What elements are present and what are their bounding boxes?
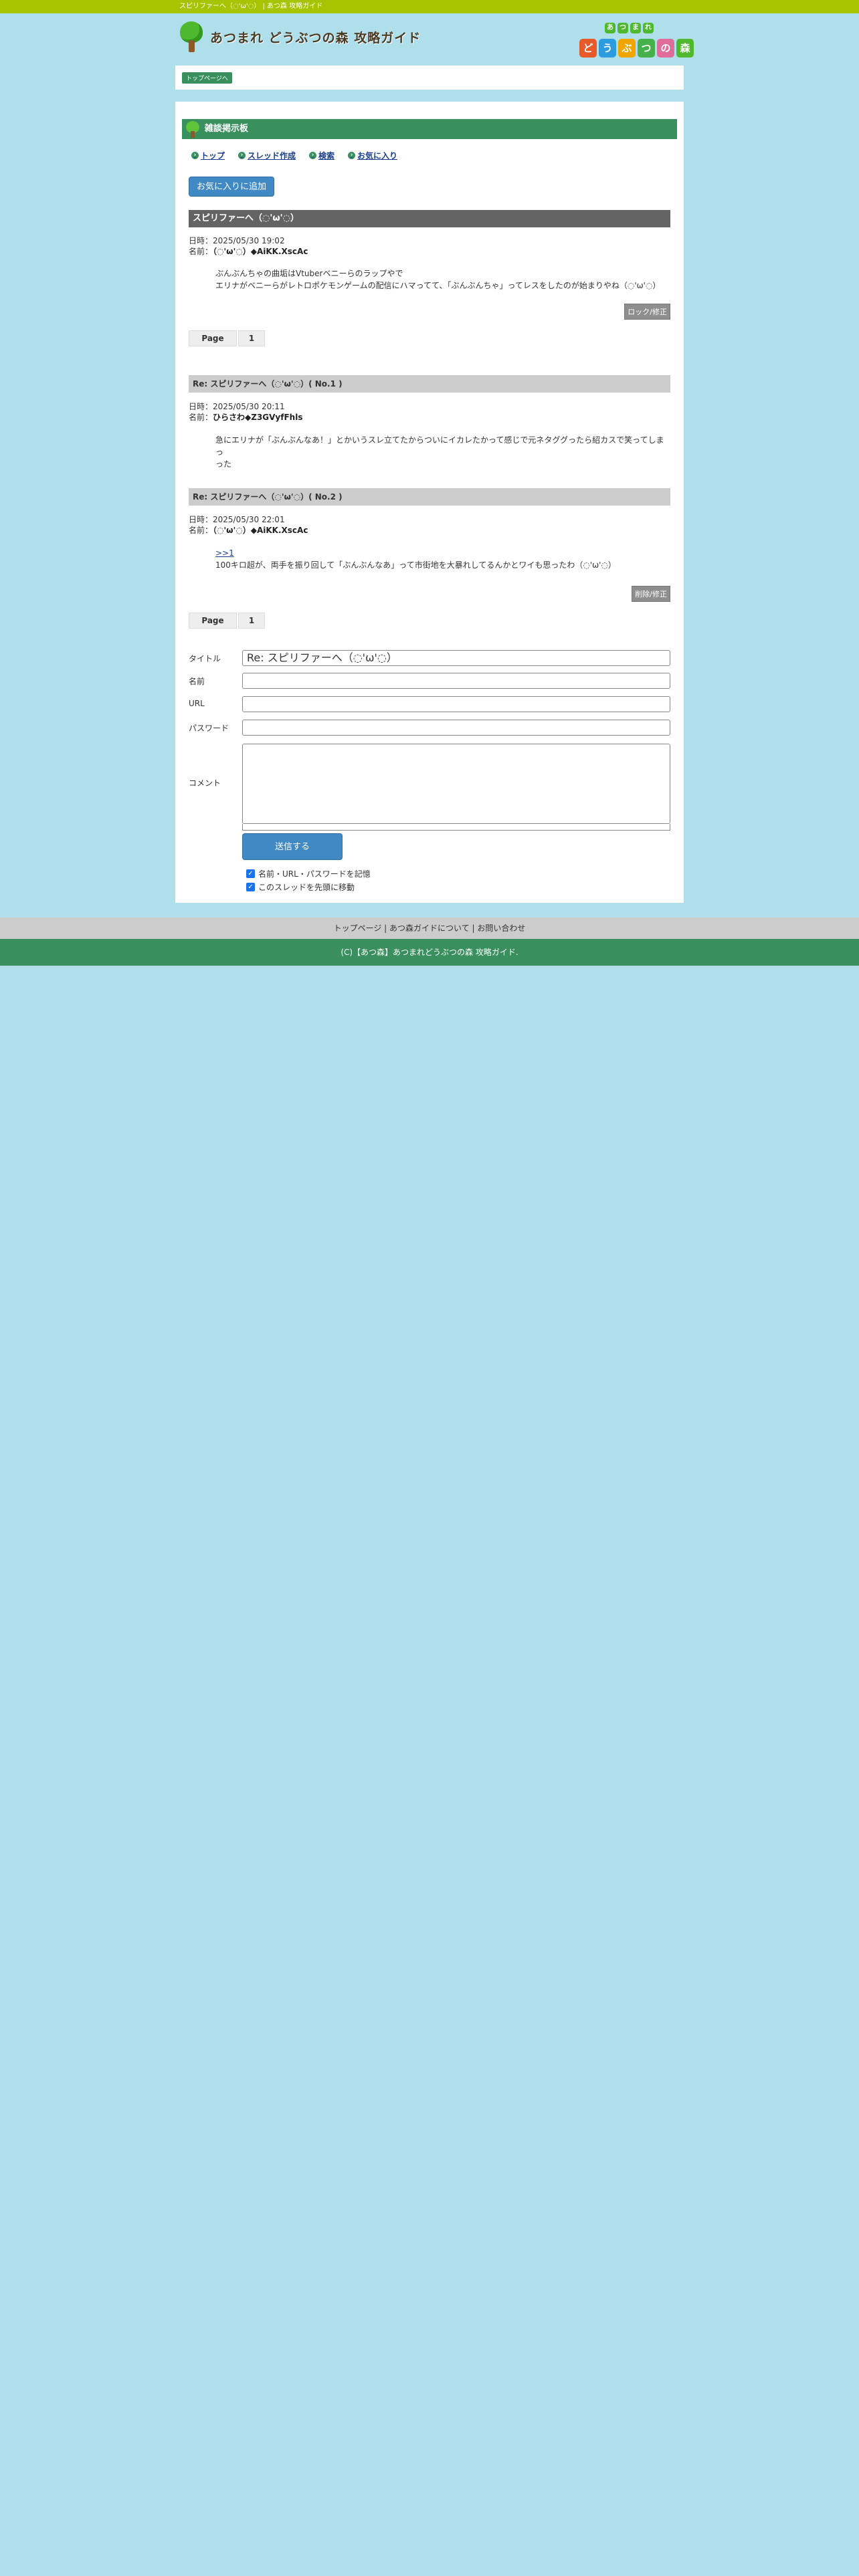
post-author: （◌'ω'◌）◆AiKK.XscAc <box>213 247 308 256</box>
thread-body: ぶんぶんちゃの曲垢はVtuberベニーらのラップやで エリナがベニーらがレトロポ… <box>215 269 661 290</box>
brand-char: 森 <box>676 39 694 58</box>
tree-icon <box>185 119 201 139</box>
footer-top-link[interactable]: トップページ <box>334 924 382 933</box>
reply-body: >>1 100キロ超が、両手を振り回して「ぶんぶんなあ」って市街地を大暴れしてる… <box>215 548 616 570</box>
reply-body: 急にエリナが「ぶんぶんなあ！」とかいうスレ立てたからついにイカレたかって感じで元… <box>215 435 664 469</box>
pager-label: Page <box>189 613 237 629</box>
title-input[interactable]: Re: スピリファーへ（◌'ω'◌） <box>242 650 670 666</box>
add-favorite-button[interactable]: お気に入りに追加 <box>189 177 274 197</box>
copyright: (C)【あつ森】あつまれどうぶつの森 攻略ガイド. <box>0 939 859 966</box>
move-top-checkbox[interactable]: ✓ このスレッドを先頭に移動 <box>246 881 355 893</box>
board-nav: › トップ › スレッド作成 › 検索 › お気に入り <box>191 150 397 161</box>
board-title-text: 雑談掲示板 <box>205 124 249 134</box>
checkmark-icon: ✓ <box>246 869 255 878</box>
board-title: 雑談掲示板 <box>182 119 677 139</box>
name-label: 名前 <box>189 677 205 686</box>
brand-char: れ <box>643 23 654 33</box>
brand-char: う <box>599 39 616 58</box>
brand-char: ぶ <box>618 39 636 58</box>
nav-favorites[interactable]: › お気に入り <box>348 150 397 161</box>
footer-links: トップページ | あつ森ガイドについて | お問い合わせ <box>0 918 859 939</box>
post-date: 2025/05/30 20:11 <box>213 402 285 411</box>
site-header: あつまれ どうぶつの森 攻略ガイド あ つ ま れ ど う ぶ つ の 森 <box>0 13 859 66</box>
brand-small-row: あ つ ま れ <box>605 23 654 33</box>
password-input[interactable] <box>242 720 670 736</box>
thread-meta: 日時：2025/05/30 19:02 名前：（◌'ω'◌）◆AiKK.XscA… <box>189 236 308 256</box>
nav-top[interactable]: › トップ <box>191 150 225 161</box>
reply-meta: 日時：2025/05/30 22:01 名前：（◌'ω'◌）◆AiKK.XscA… <box>189 515 308 535</box>
comment-textarea[interactable] <box>242 744 670 824</box>
post-date: 2025/05/30 22:01 <box>213 515 285 524</box>
footer-contact-link[interactable]: お問い合わせ <box>477 924 525 933</box>
logo-text: あつまれ どうぶつの森 攻略ガイド <box>210 30 421 45</box>
main-content: 雑談掲示板 › トップ › スレッド作成 › 検索 › お気に入り お気に入りに追加 ス… <box>175 102 684 903</box>
brand-char: つ <box>638 39 655 58</box>
comment-resize-bar[interactable] <box>242 824 670 831</box>
nav-create-thread[interactable]: › スレッド作成 <box>238 150 296 161</box>
title-label: タイトル <box>189 654 221 663</box>
pager-top: Page 1 <box>189 330 265 346</box>
arrow-circle-icon: › <box>191 152 199 159</box>
pager-label: Page <box>189 330 237 346</box>
comment-label: コメント <box>189 778 221 788</box>
url-input[interactable] <box>242 696 670 712</box>
name-input[interactable] <box>242 673 670 689</box>
brand-char: あ <box>605 23 615 33</box>
site-logo[interactable]: あつまれ どうぶつの森 攻略ガイド <box>178 21 421 52</box>
submit-button[interactable]: 送信する <box>242 833 343 860</box>
arrow-circle-icon: › <box>309 152 317 159</box>
tree-icon <box>178 21 205 52</box>
nav-search[interactable]: › 検索 <box>309 150 335 161</box>
page-link[interactable]: 1 <box>238 613 265 629</box>
arrow-circle-icon: › <box>348 152 356 159</box>
post-author: ひらさわ◆Z3GVyfFhls <box>213 413 303 422</box>
password-label: パスワード <box>189 724 229 733</box>
thread-title: スピリファーへ（◌'ω'◌） <box>189 210 670 227</box>
top-page-link[interactable]: トップページへ <box>182 72 232 84</box>
brand-big-row: ど う ぶ つ の 森 <box>579 39 694 58</box>
reply-meta: 日時：2025/05/30 20:11 名前：ひらさわ◆Z3GVyfFhls <box>189 402 303 422</box>
reply-title: Re: スピリファーへ（◌'ω'◌）( No.1 ) <box>189 375 670 393</box>
pager-bottom: Page 1 <box>189 613 265 629</box>
brand-char: つ <box>617 23 628 33</box>
checkmark-icon: ✓ <box>246 883 255 891</box>
delete-edit-button[interactable]: 削除/修正 <box>632 586 670 602</box>
breadcrumb: トップページへ <box>175 66 684 90</box>
brand-char: ま <box>630 23 641 33</box>
top-bar-text: スピリファーへ（◌'ω'◌） | あつ森 攻略ガイド <box>179 3 323 10</box>
url-label: URL <box>189 699 205 708</box>
brand-char: ど <box>579 39 597 58</box>
post-date: 2025/05/30 19:02 <box>213 236 285 245</box>
reply-title: Re: スピリファーへ（◌'ω'◌）( No.2 ) <box>189 488 670 506</box>
remember-checkbox[interactable]: ✓ 名前・URL・パスワードを記憶 <box>246 868 371 879</box>
brand-logo[interactable]: あ つ ま れ ど う ぶ つ の 森 <box>579 21 694 72</box>
lock-edit-button[interactable]: ロック/修正 <box>624 304 670 320</box>
top-bar: スピリファーへ（◌'ω'◌） | あつ森 攻略ガイド <box>0 0 859 13</box>
page-link[interactable]: 1 <box>238 330 265 346</box>
post-author: （◌'ω'◌）◆AiKK.XscAc <box>213 526 308 535</box>
arrow-circle-icon: › <box>238 152 246 159</box>
reply-anchor-link[interactable]: >>1 <box>215 548 234 558</box>
brand-char: の <box>657 39 674 58</box>
footer-about-link[interactable]: あつ森ガイドについて <box>389 924 470 933</box>
